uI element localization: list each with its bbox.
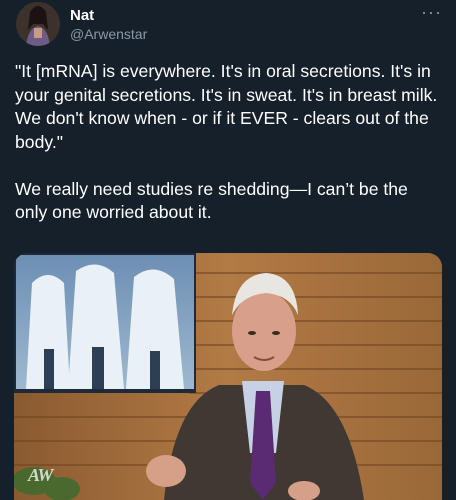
author-handle[interactable]: @Arwenstar — [70, 26, 147, 42]
avatar[interactable] — [16, 2, 60, 46]
tweet-comment: We really need studies re shedding—I can… — [15, 178, 408, 223]
avatar-image — [16, 2, 60, 46]
tweet-quote: "It [mRNA] is everywhere. It's in oral s… — [15, 61, 438, 152]
more-horizontal-icon[interactable]: ··· — [421, 2, 442, 23]
tweet-text: "It [mRNA] is everywhere. It's in oral s… — [15, 60, 443, 225]
tweet-header: Nat @Arwenstar ··· — [16, 0, 444, 52]
author-name[interactable]: Nat — [70, 7, 94, 24]
video-still-image — [14, 253, 442, 500]
tweet-media[interactable]: AW — [14, 253, 442, 500]
watermark-logo: AW — [28, 465, 53, 485]
